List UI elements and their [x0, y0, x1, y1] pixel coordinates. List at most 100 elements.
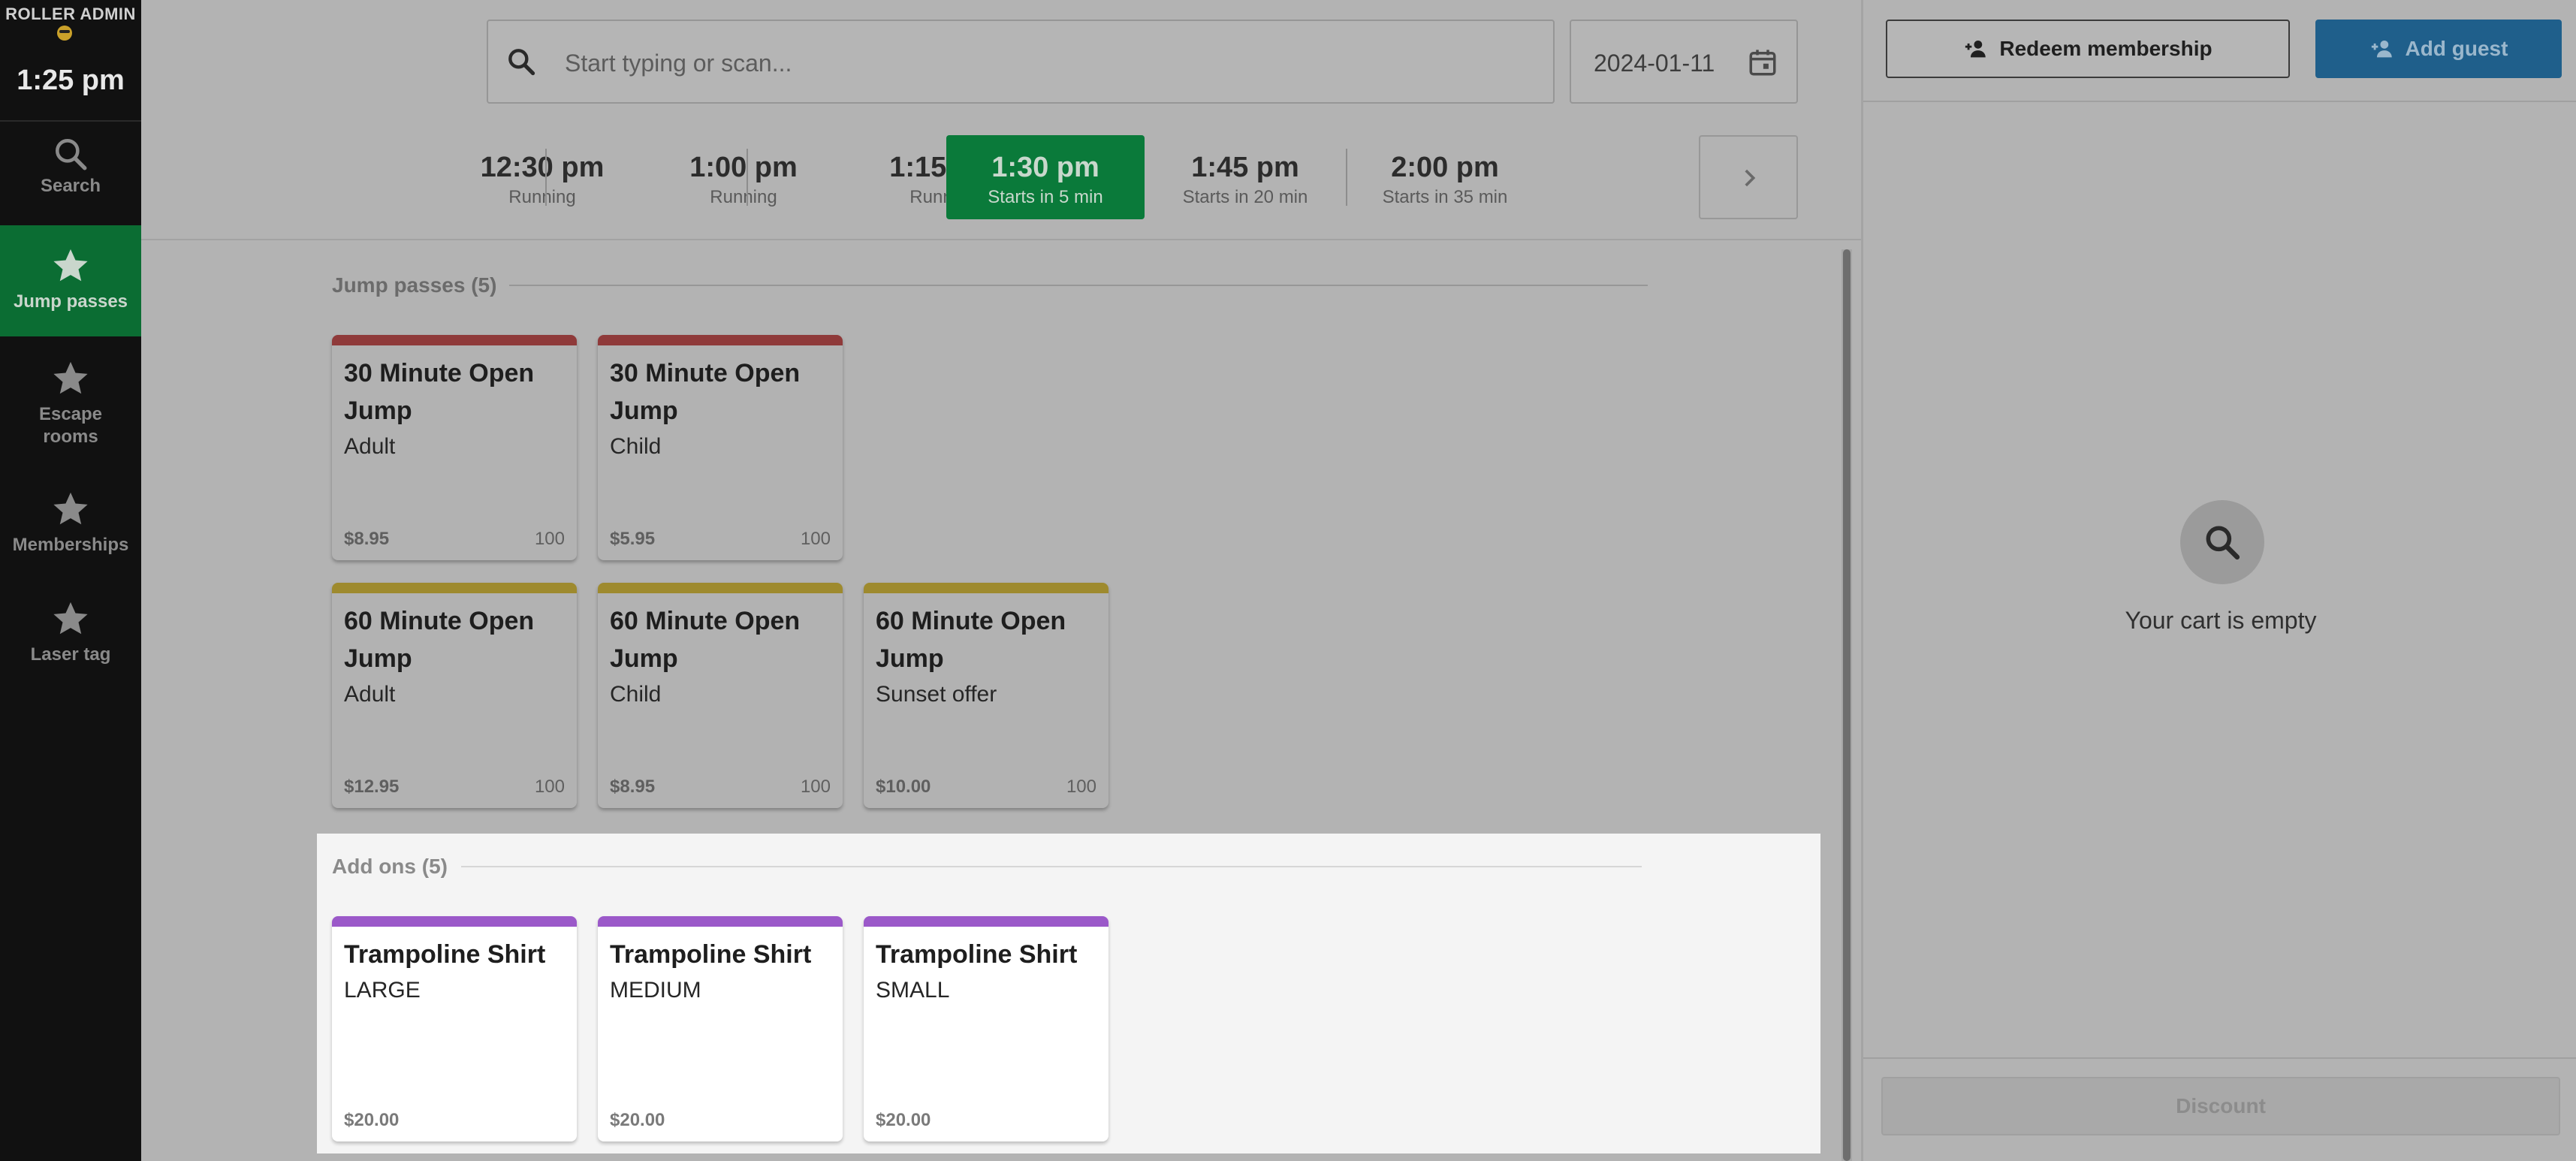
chevron-right-icon: [1745, 169, 1756, 187]
card-price: $8.95: [344, 529, 390, 549]
timeslot-divider: [747, 149, 748, 206]
timeslot-100[interactable]: 1:00 pm Running: [644, 135, 843, 219]
card-price: $10.00: [876, 777, 931, 797]
sidebar-item-laser-tag[interactable]: Laser tag: [0, 598, 141, 680]
timeslot-200[interactable]: 2:00 pm Starts in 35 min: [1346, 135, 1544, 219]
card-price: $5.95: [610, 529, 656, 549]
search-input[interactable]: Start typing or scan...: [487, 20, 1555, 104]
product-card[interactable]: 60 Minute Open Jump Adult $12.95 100: [332, 583, 577, 808]
brand-emoji-icon: [57, 26, 72, 41]
card-subtitle: Adult: [344, 434, 396, 459]
card-subtitle: Adult: [344, 682, 396, 707]
card-color-bar: [598, 916, 843, 927]
card-color-bar: [864, 583, 1109, 593]
sidebar-item-memberships[interactable]: Memberships: [0, 488, 141, 571]
card-subtitle: MEDIUM: [610, 978, 701, 1003]
timeslot-145[interactable]: 1:45 pm Starts in 20 min: [1146, 135, 1344, 219]
card-subtitle: SMALL: [876, 978, 950, 1003]
timeslot-time: 2:00 pm: [1391, 152, 1499, 183]
sidebar-item-escape-rooms[interactable]: Escape rooms: [0, 353, 141, 458]
person-add-icon: [1965, 40, 1986, 58]
star-icon: [53, 602, 88, 635]
card-name: Trampoline Shirt: [344, 940, 546, 969]
card-quantity: 100: [800, 529, 831, 549]
product-card[interactable]: Trampoline Shirt SMALL $20.00: [864, 916, 1109, 1141]
product-card[interactable]: 60 Minute Open Jump Child $8.95 100: [598, 583, 843, 808]
sidebar-item-label: Search: [40, 176, 101, 196]
card-price: $8.95: [610, 777, 656, 797]
calendar-icon[interactable]: [1747, 47, 1778, 78]
product-card[interactable]: Trampoline Shirt MEDIUM $20.00: [598, 916, 843, 1141]
card-name: 30 Minute Open Jump: [344, 359, 535, 425]
timeslot-status: Starts in 5 min: [988, 187, 1103, 207]
add-guest-label: Add guest: [2405, 37, 2508, 60]
card-color-bar: [598, 583, 843, 593]
scrollbar-thumb[interactable]: [1843, 249, 1851, 1161]
redeem-membership-label: Redeem membership: [1999, 37, 2213, 60]
timeslot-next-button[interactable]: [1699, 135, 1798, 219]
header-divider: [141, 239, 1861, 240]
cart-header-divider: [1863, 101, 2576, 102]
search-icon: [56, 139, 87, 170]
section-title-jump-passes: Jump passes (5): [332, 273, 497, 297]
card-subtitle: LARGE: [344, 978, 421, 1003]
add-guest-button[interactable]: Add guest: [2315, 20, 2562, 78]
cart-panel: Redeem membership Add guest Your cart is…: [1861, 0, 2576, 1161]
sidebar-item-label: rooms: [43, 427, 98, 447]
card-quantity: 100: [1066, 777, 1096, 797]
timeslot-1230[interactable]: 12:30 pm Running: [443, 135, 641, 219]
timeslot-divider: [545, 149, 547, 206]
main-content: Start typing or scan... 2024-01-11 12:30…: [141, 0, 1861, 1161]
product-card[interactable]: 30 Minute Open Jump Adult $8.95 100: [332, 335, 577, 560]
product-card[interactable]: 60 Minute Open Jump Sunset offer $10.00 …: [864, 583, 1109, 808]
search-icon: [508, 49, 535, 76]
date-value: 2024-01-11: [1594, 50, 1715, 77]
sidebar-item-label: Escape: [38, 404, 103, 424]
discount-button[interactable]: Discount: [1881, 1077, 2560, 1135]
card-quantity: 100: [800, 777, 831, 797]
card-color-bar: [598, 335, 843, 345]
star-icon: [53, 492, 88, 525]
sidebar-item-search[interactable]: Search: [0, 132, 141, 215]
redeem-membership-button[interactable]: Redeem membership: [1886, 20, 2290, 78]
sidebar-item-label: Memberships: [12, 535, 129, 555]
card-price: $20.00: [344, 1110, 400, 1130]
card-name: Trampoline Shirt: [610, 940, 812, 969]
card-subtitle: Sunset offer: [876, 682, 997, 707]
section-title-add-ons: Add ons (5): [332, 855, 448, 878]
card-price: $20.00: [610, 1110, 665, 1130]
section-divider: [509, 285, 1648, 286]
card-subtitle: Child: [610, 434, 662, 459]
timeslot-status: Starts in 20 min: [1182, 187, 1308, 207]
brand-label: ROLLER ADMIN: [5, 5, 136, 23]
card-name: 60 Minute Open Jump: [610, 607, 801, 673]
section-divider: [461, 866, 1642, 867]
timeslot-130-selected[interactable]: 1:30 pm Starts in 5 min: [946, 135, 1145, 219]
person-add-icon: [2371, 40, 2392, 58]
card-color-bar: [332, 583, 577, 593]
card-subtitle: Child: [610, 682, 662, 707]
sidebar-item-label: Laser tag: [30, 644, 111, 665]
current-time: 1:25 pm: [17, 65, 125, 96]
card-name: 30 Minute Open Jump: [610, 359, 801, 425]
product-card[interactable]: 30 Minute Open Jump Child $5.95 100: [598, 335, 843, 560]
card-price: $12.95: [344, 777, 400, 797]
card-name: Trampoline Shirt: [876, 940, 1078, 969]
timeslot-time: 1:30 pm: [991, 152, 1099, 183]
date-picker[interactable]: 2024-01-11: [1570, 20, 1798, 104]
card-price: $20.00: [876, 1110, 931, 1130]
timeslot-status: Starts in 35 min: [1382, 187, 1508, 207]
card-color-bar: [332, 916, 577, 927]
product-card[interactable]: Trampoline Shirt LARGE $20.00: [332, 916, 577, 1141]
card-color-bar: [864, 916, 1109, 927]
card-color-bar: [332, 335, 577, 345]
star-icon: [53, 361, 88, 394]
sidebar-item-label: Jump passes: [13, 291, 128, 312]
search-icon: [2206, 526, 2240, 560]
timeslot-time: 1:45 pm: [1191, 152, 1299, 183]
timeslot-time: 12:30 pm: [480, 152, 605, 183]
cart-footer-divider: [1863, 1057, 2576, 1059]
sidebar-item-jump-passes[interactable]: Jump passes: [0, 225, 141, 336]
add-ons-section: Add ons (5) Trampoline Shirt LARGE $20.0…: [317, 834, 1820, 1153]
empty-cart-text: Your cart is empty: [2125, 607, 2317, 634]
